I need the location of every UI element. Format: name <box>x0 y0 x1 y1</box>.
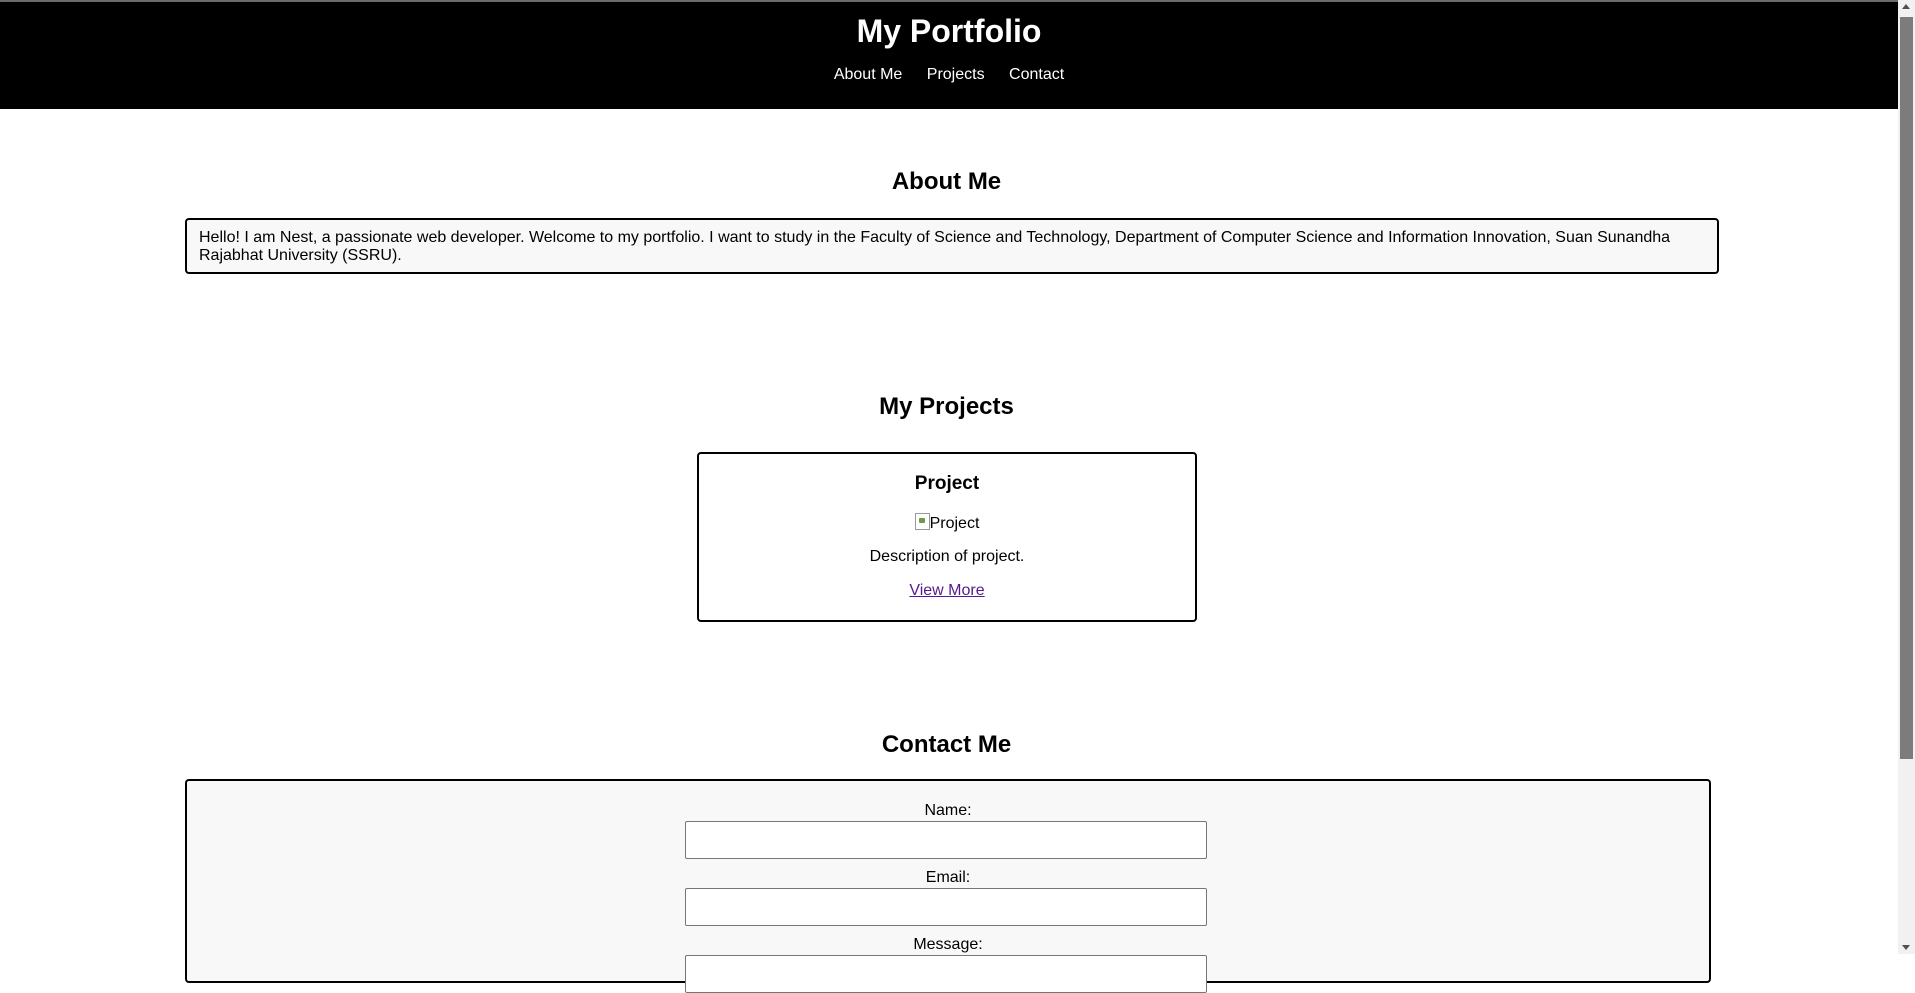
projects-heading: My Projects <box>879 393 1014 420</box>
main-nav: About Me Projects Contact <box>0 65 1898 85</box>
project-title: Project <box>914 473 980 494</box>
scroll-up-arrow-icon[interactable] <box>1902 4 1910 9</box>
email-input[interactable] <box>685 888 1207 926</box>
about-text: Hello! I am Nest, a passionate web devel… <box>199 229 1671 264</box>
name-input[interactable] <box>685 821 1207 859</box>
message-label: Message: <box>913 936 983 953</box>
site-title: My Portfolio <box>856 13 1042 49</box>
project-description: Description of project. <box>869 548 1025 565</box>
nav-link-contact[interactable]: Contact <box>1009 65 1064 85</box>
contact-form: Name: Email: Message: <box>185 779 1711 993</box>
project-image: Project <box>699 513 1195 534</box>
vertical-scrollbar[interactable] <box>1898 0 1915 954</box>
email-label: Email: <box>925 869 971 886</box>
message-input[interactable] <box>685 955 1207 993</box>
nav-link-projects[interactable]: Projects <box>927 65 985 85</box>
project-image-alt: Project <box>929 515 980 532</box>
project-card: Project Project Description of project. … <box>697 452 1197 622</box>
view-more-link[interactable]: View More <box>699 581 1195 601</box>
about-section: Hello! I am Nest, a passionate web devel… <box>185 218 1719 274</box>
broken-image-icon <box>914 513 930 530</box>
scrollbar-thumb[interactable] <box>1900 17 1913 759</box>
site-header: My Portfolio About Me Projects Contact <box>0 2 1898 109</box>
about-heading: About Me <box>891 168 1002 195</box>
nav-link-about[interactable]: About Me <box>834 65 902 85</box>
contact-heading: Contact Me <box>881 731 1012 758</box>
name-label: Name: <box>924 802 972 819</box>
scroll-down-arrow-icon[interactable] <box>1902 945 1910 950</box>
